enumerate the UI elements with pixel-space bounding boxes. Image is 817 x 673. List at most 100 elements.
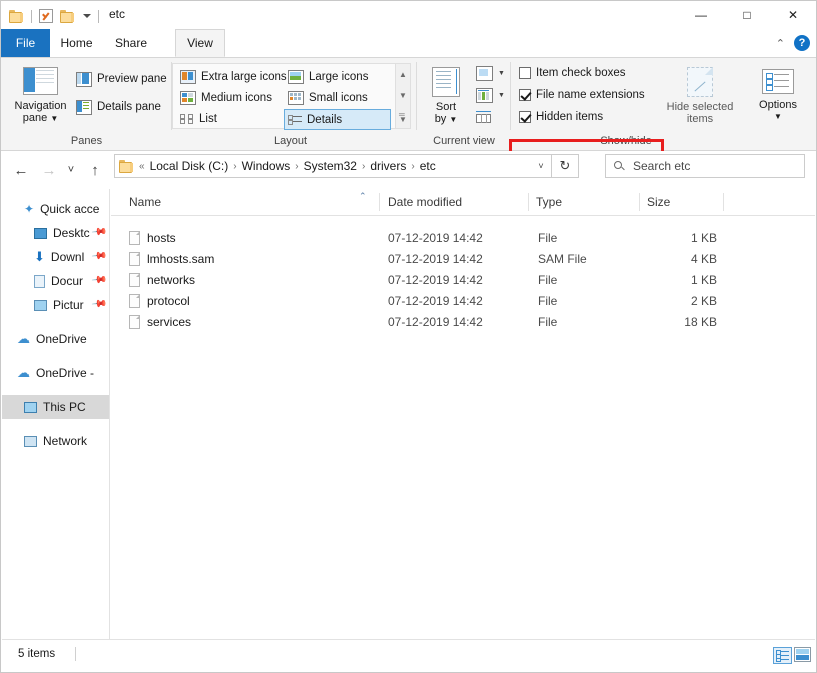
- breadcrumb-segment-local-disk[interactable]: Local Disk (C:): [148, 158, 231, 174]
- properties-icon[interactable]: [39, 9, 53, 23]
- column-divider-1[interactable]: [379, 193, 380, 211]
- breadcrumb-separator-3[interactable]: ›: [362, 161, 365, 172]
- file-name-extensions-checkbox[interactable]: File name extensions: [516, 86, 656, 104]
- window-controls: — □ ✕: [678, 1, 816, 29]
- hidden-items-box-icon[interactable]: [519, 111, 531, 123]
- file-name-text: networks: [147, 273, 195, 287]
- address-dropdown-icon[interactable]: ˅: [530, 154, 552, 178]
- sidebar-item-this-pc[interactable]: This PC: [2, 395, 109, 419]
- search-input[interactable]: Search etc: [633, 159, 690, 173]
- tab-share[interactable]: Share: [103, 29, 159, 57]
- gallery-scroll-down-icon[interactable]: ▼: [396, 85, 410, 106]
- breadcrumb-separator-1[interactable]: ›: [233, 161, 236, 172]
- hide-selected-items-button[interactable]: Hide selected items: [657, 63, 743, 133]
- options-icon: [762, 69, 794, 94]
- file-name-extensions-box-icon[interactable]: [519, 89, 531, 101]
- navigation-pane-button[interactable]: Navigation pane ▼: [9, 63, 72, 133]
- layout-large-icons[interactable]: Large icons: [285, 68, 385, 86]
- pin-icon[interactable]: 📌: [90, 296, 107, 312]
- close-button[interactable]: ✕: [770, 1, 816, 29]
- breadcrumb[interactable]: « Local Disk (C:) › Windows › System32 ›…: [114, 154, 552, 178]
- gallery-scroll-up-icon[interactable]: ▲: [396, 64, 410, 85]
- folder-icon[interactable]: [9, 10, 24, 23]
- navigation-pane-icon: [23, 67, 58, 95]
- column-divider-4[interactable]: [723, 193, 724, 211]
- table-row[interactable]: networks 07-12-2019 14:42 File 1 KB: [111, 269, 815, 290]
- help-icon[interactable]: ?: [794, 35, 810, 51]
- options-button[interactable]: Options ▼: [751, 63, 805, 135]
- layout-extra-large-icons[interactable]: Extra large icons: [177, 68, 282, 86]
- tab-view[interactable]: View: [175, 29, 225, 57]
- table-row[interactable]: services 07-12-2019 14:42 File 18 KB: [111, 311, 815, 332]
- pin-icon[interactable]: 📌: [90, 272, 107, 288]
- sort-by-button[interactable]: Sort by ▼: [422, 63, 470, 133]
- breadcrumb-segment-drivers[interactable]: drivers: [368, 158, 408, 174]
- sidebar-item-onedrive-business[interactable]: ☁ OneDrive -: [2, 361, 109, 385]
- pin-icon[interactable]: 📌: [90, 248, 107, 264]
- layout-small-icons[interactable]: Small icons: [285, 89, 385, 107]
- breadcrumb-separator-2[interactable]: ›: [295, 161, 298, 172]
- sidebar-item-network[interactable]: Network: [2, 429, 109, 453]
- navigation-pane-dropdown-icon[interactable]: ▼: [50, 114, 58, 123]
- group-by-dropdown-icon[interactable]: ▼: [498, 70, 505, 77]
- pin-icon[interactable]: 📌: [90, 224, 107, 240]
- sidebar-item-pictures-label: Pictur: [53, 298, 84, 312]
- options-dropdown-icon[interactable]: ▼: [774, 111, 782, 123]
- sidebar-item-pictures[interactable]: Pictur 📌: [2, 293, 109, 317]
- column-divider-3[interactable]: [639, 193, 640, 211]
- item-check-boxes-box-icon[interactable]: [519, 67, 531, 79]
- refresh-button[interactable]: ↻: [552, 154, 579, 178]
- layout-medium-icons[interactable]: Medium icons: [177, 89, 282, 107]
- documents-icon: [34, 275, 45, 288]
- collapse-ribbon-icon[interactable]: ⌃: [776, 37, 785, 50]
- hide-selected-items-label-line2: items: [687, 113, 713, 125]
- sidebar-item-desktop[interactable]: Desktc 📌: [2, 221, 109, 245]
- sort-by-dropdown-icon[interactable]: ▼: [449, 115, 457, 124]
- up-button[interactable]: ↑: [83, 158, 107, 182]
- column-header-size[interactable]: Size: [647, 189, 727, 215]
- group-by-button[interactable]: ▼: [473, 64, 505, 82]
- breadcrumb-separator-4[interactable]: ›: [411, 161, 414, 172]
- column-header-type[interactable]: Type: [536, 189, 636, 215]
- gallery-more-icon[interactable]: ═▼: [396, 106, 410, 127]
- breadcrumb-segment-system32[interactable]: System32: [302, 158, 359, 174]
- file-name-text: hosts: [147, 231, 176, 245]
- column-header-date-modified[interactable]: Date modified: [388, 189, 528, 215]
- column-header-name[interactable]: Name: [129, 189, 379, 215]
- item-check-boxes-checkbox[interactable]: Item check boxes: [516, 64, 641, 82]
- sidebar-item-downloads[interactable]: ⬇ Downl 📌: [2, 245, 109, 269]
- tab-file[interactable]: File: [1, 29, 50, 57]
- table-row[interactable]: hosts 07-12-2019 14:42 File 1 KB: [111, 227, 815, 248]
- add-columns-button[interactable]: ▼: [473, 86, 505, 104]
- layout-small-icons-label: Small icons: [309, 92, 368, 104]
- new-folder-icon[interactable]: [60, 10, 75, 23]
- file-row-date: 07-12-2019 14:42: [388, 311, 483, 332]
- sidebar-item-quick-access[interactable]: ✦ Quick acce: [2, 197, 109, 221]
- layout-list[interactable]: List: [177, 110, 282, 128]
- layout-details[interactable]: Details: [285, 110, 390, 129]
- qat-chevron-down-icon[interactable]: [83, 14, 91, 18]
- details-pane-button[interactable]: Details pane: [73, 98, 166, 116]
- minimize-button[interactable]: —: [678, 1, 724, 29]
- breadcrumb-overflow-icon[interactable]: «: [139, 161, 145, 172]
- large-icons-view-button[interactable]: [794, 647, 813, 664]
- table-row[interactable]: protocol 07-12-2019 14:42 File 2 KB: [111, 290, 815, 311]
- search-box[interactable]: Search etc: [605, 154, 805, 178]
- sidebar-item-onedrive[interactable]: ☁ OneDrive: [2, 327, 109, 351]
- file-row-type: File: [538, 290, 557, 311]
- sidebar-item-documents[interactable]: Docur 📌: [2, 269, 109, 293]
- details-view-button[interactable]: [773, 647, 792, 664]
- size-all-columns-button[interactable]: [473, 108, 499, 126]
- layout-gallery-scrollbar[interactable]: ▲ ▼ ═▼: [395, 64, 410, 128]
- column-divider-2[interactable]: [528, 193, 529, 211]
- tab-home[interactable]: Home: [50, 29, 103, 57]
- breadcrumb-segment-windows[interactable]: Windows: [240, 158, 293, 174]
- hidden-items-checkbox[interactable]: Hidden items: [516, 108, 641, 126]
- add-columns-dropdown-icon[interactable]: ▼: [498, 92, 505, 99]
- breadcrumb-segment-etc[interactable]: etc: [418, 158, 438, 174]
- recent-locations-button[interactable]: ˅: [59, 158, 83, 182]
- table-row[interactable]: lmhosts.sam 07-12-2019 14:42 SAM File 4 …: [111, 248, 815, 269]
- preview-pane-button[interactable]: Preview pane: [73, 70, 166, 88]
- back-button[interactable]: ←: [9, 158, 33, 182]
- maximize-button[interactable]: □: [724, 1, 770, 29]
